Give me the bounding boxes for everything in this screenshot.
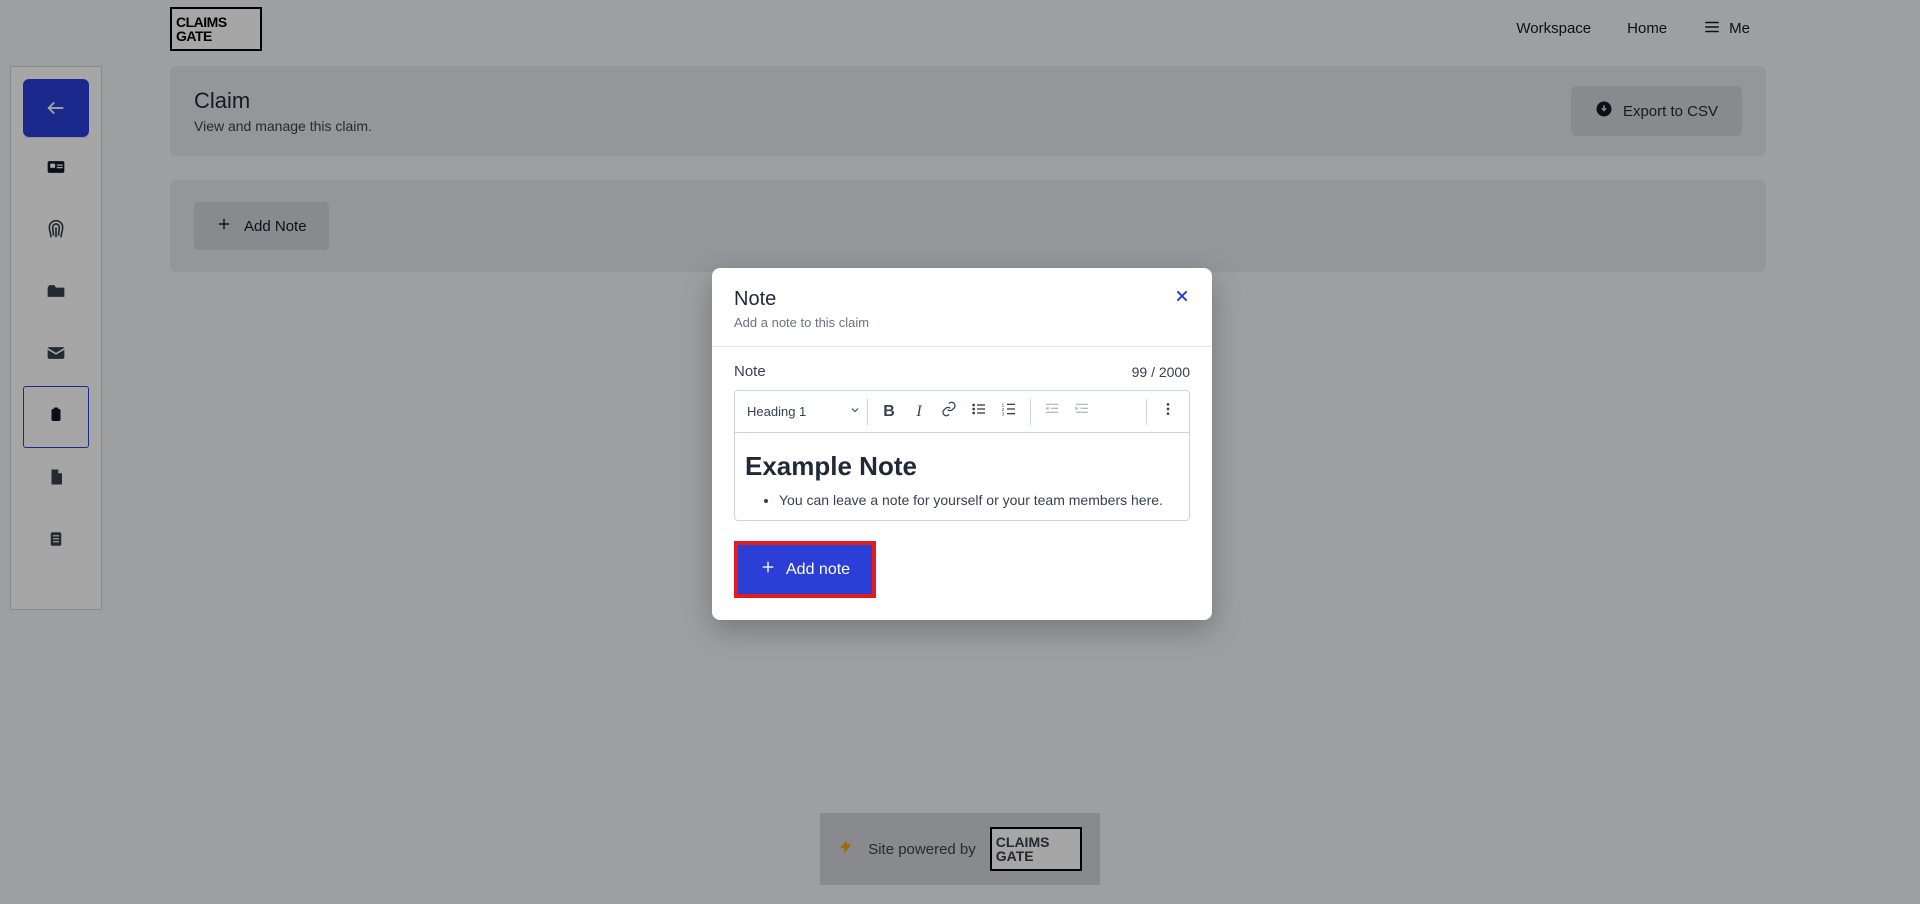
indent-button[interactable] xyxy=(1067,397,1097,427)
outdent-button[interactable] xyxy=(1037,397,1067,427)
heading-select-value: Heading 1 xyxy=(747,404,806,419)
bold-icon: B xyxy=(883,403,895,421)
modal-body: Note 99 / 2000 Heading 1 B I xyxy=(712,347,1212,541)
link-icon xyxy=(941,401,957,422)
note-field-label: Note xyxy=(734,363,766,380)
modal-title: Note xyxy=(734,288,869,311)
submit-add-note-button[interactable]: Add note xyxy=(738,545,872,594)
svg-text:3: 3 xyxy=(1002,412,1005,417)
outdent-icon xyxy=(1044,401,1060,422)
heading-select[interactable]: Heading 1 xyxy=(741,397,861,427)
dots-vertical-icon xyxy=(1160,401,1176,422)
editor-toolbar: Heading 1 B I xyxy=(735,391,1189,433)
editor-list-item: You can leave a note for yourself or you… xyxy=(779,492,1179,508)
italic-button[interactable]: I xyxy=(904,397,934,427)
chevron-down-icon xyxy=(849,404,861,419)
modal-subtitle: Add a note to this claim xyxy=(734,315,869,330)
modal-footer: Add note xyxy=(712,541,1212,620)
toolbar-separator xyxy=(1146,399,1147,425)
more-options-button[interactable] xyxy=(1153,397,1183,427)
add-note-highlight: Add note xyxy=(734,541,876,598)
bullet-list-icon xyxy=(971,401,987,422)
plus-icon xyxy=(760,559,776,580)
bold-button[interactable]: B xyxy=(874,397,904,427)
link-button[interactable] xyxy=(934,397,964,427)
editor-heading: Example Note xyxy=(745,451,1179,482)
numbered-list-icon: 123 xyxy=(1001,401,1017,422)
modal-header: Note Add a note to this claim xyxy=(712,268,1212,347)
rich-text-editor: Heading 1 B I xyxy=(734,390,1190,521)
indent-icon xyxy=(1074,401,1090,422)
editor-textarea[interactable]: Example Note You can leave a note for yo… xyxy=(735,433,1189,520)
italic-icon: I xyxy=(916,403,921,421)
toolbar-separator xyxy=(867,399,868,425)
close-icon xyxy=(1174,291,1190,308)
toolbar-separator xyxy=(1030,399,1031,425)
char-count: 99 / 2000 xyxy=(1132,364,1190,380)
bullet-list-button[interactable] xyxy=(964,397,994,427)
submit-label: Add note xyxy=(786,561,850,579)
numbered-list-button[interactable]: 123 xyxy=(994,397,1024,427)
note-modal: Note Add a note to this claim Note 99 / … xyxy=(712,268,1212,620)
modal-close-button[interactable] xyxy=(1174,288,1190,330)
